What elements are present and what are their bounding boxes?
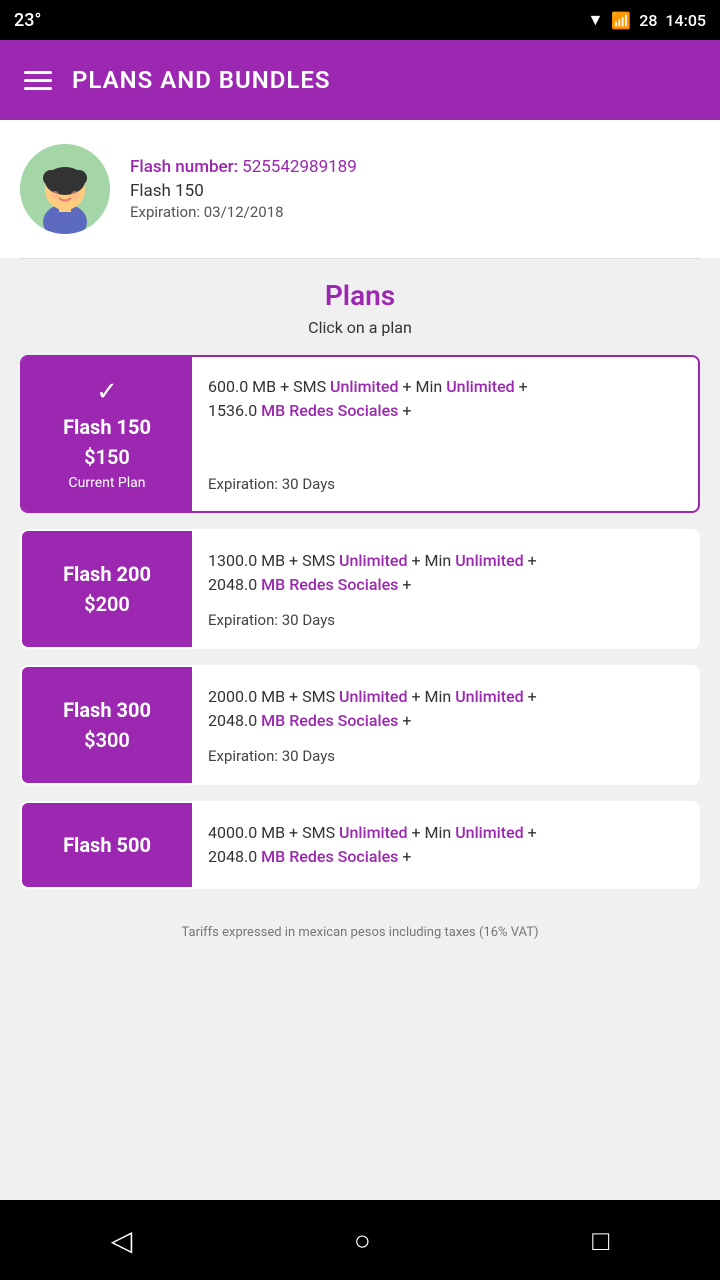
highlight-sms-200: Unlimited [339,551,407,570]
plans-title: Plans [20,279,700,312]
plan-card-200[interactable]: Flash 200 $200 1300.0 MB + SMS Unlimited… [20,529,700,649]
highlight-sms-150: Unlimited [330,377,398,396]
check-icon-150: ✓ [96,377,118,407]
plan-left-200: Flash 200 $200 [22,531,192,647]
plan-expiration-300: Expiration: 30 Days [208,747,682,765]
plan-name-200: Flash 200 [63,562,151,586]
plan-name-150: Flash 150 [63,415,151,439]
plan-card-500[interactable]: Flash 500 4000.0 MB + SMS Unlimited + Mi… [20,801,700,889]
avatar [20,144,110,234]
highlight-min-200: Unlimited [455,551,523,570]
app-bar: PLANS AND BUNDLES [0,40,720,120]
profile-expiration: Expiration: 03/12/2018 [130,203,357,221]
flash-number-label: Flash number: [130,157,238,177]
highlight-mb-150: MB Redes Sociales [261,401,398,420]
plan-right-200: 1300.0 MB + SMS Unlimited + Min Unlimite… [192,531,698,647]
battery-indicator: 28 [639,11,657,30]
flash-number-value: 525542989189 [242,157,357,177]
plan-left-500: Flash 500 [22,803,192,887]
profile-info: Flash number: 525542989189 Flash 150 Exp… [130,157,357,221]
bottom-nav: ◁ ○ □ [0,1200,720,1280]
menu-icon[interactable] [24,71,52,90]
plan-name-300: Flash 300 [63,698,151,722]
profile-section: Flash number: 525542989189 Flash 150 Exp… [0,120,720,258]
home-icon[interactable]: ○ [342,1212,383,1269]
plan-price-200: $200 [84,592,130,616]
plan-right-500: 4000.0 MB + SMS Unlimited + Min Unlimite… [192,803,698,887]
plans-section: Plans Click on a plan ✓ Flash 150 $150 C… [0,259,720,915]
signal-icon: 📶 [611,11,631,30]
plan-left-300: Flash 300 $300 [22,667,192,783]
highlight-mb-300: MB Redes Sociales [261,711,398,730]
highlight-min-500: Unlimited [455,823,523,842]
back-icon[interactable]: ◁ [99,1212,145,1269]
plans-subtitle: Click on a plan [20,318,700,337]
page-title: PLANS AND BUNDLES [72,66,331,94]
status-bar: 23° ▼ 📶 28 14:05 [0,0,720,40]
highlight-mb-500: MB Redes Sociales [261,847,398,866]
profile-plan-name: Flash 150 [130,181,357,201]
plan-description-200: 1300.0 MB + SMS Unlimited + Min Unlimite… [208,549,682,597]
plan-card-150[interactable]: ✓ Flash 150 $150 Current Plan 600.0 MB +… [20,355,700,513]
plan-right-150: 600.0 MB + SMS Unlimited + Min Unlimited… [192,357,698,511]
plan-card-300[interactable]: Flash 300 $300 2000.0 MB + SMS Unlimited… [20,665,700,785]
highlight-min-300: Unlimited [455,687,523,706]
time: 14:05 [665,11,706,30]
plan-expiration-200: Expiration: 30 Days [208,611,682,629]
wifi-icon: ▼ [587,10,603,30]
highlight-sms-300: Unlimited [339,687,407,706]
plan-expiration-150: Expiration: 30 Days [208,475,682,493]
highlight-min-150: Unlimited [446,377,514,396]
plan-description-300: 2000.0 MB + SMS Unlimited + Min Unlimite… [208,685,682,733]
plan-description-150: 600.0 MB + SMS Unlimited + Min Unlimited… [208,375,682,423]
plan-right-300: 2000.0 MB + SMS Unlimited + Min Unlimite… [192,667,698,783]
plan-left-150: ✓ Flash 150 $150 Current Plan [22,357,192,511]
temperature: 23° [14,10,41,31]
plan-price-300: $300 [84,728,130,752]
status-left: 23° [14,10,41,31]
current-plan-label: Current Plan [69,475,146,491]
status-right: ▼ 📶 28 14:05 [587,10,706,30]
plan-description-500: 4000.0 MB + SMS Unlimited + Min Unlimite… [208,821,682,869]
highlight-mb-200: MB Redes Sociales [261,575,398,594]
avatar-image [20,144,110,234]
highlight-sms-500: Unlimited [339,823,407,842]
plan-name-500: Flash 500 [63,833,151,857]
recents-icon[interactable]: □ [580,1212,621,1269]
footer-note: Tariffs expressed in mexican pesos inclu… [0,915,720,956]
plan-price-150: $150 [84,445,130,469]
